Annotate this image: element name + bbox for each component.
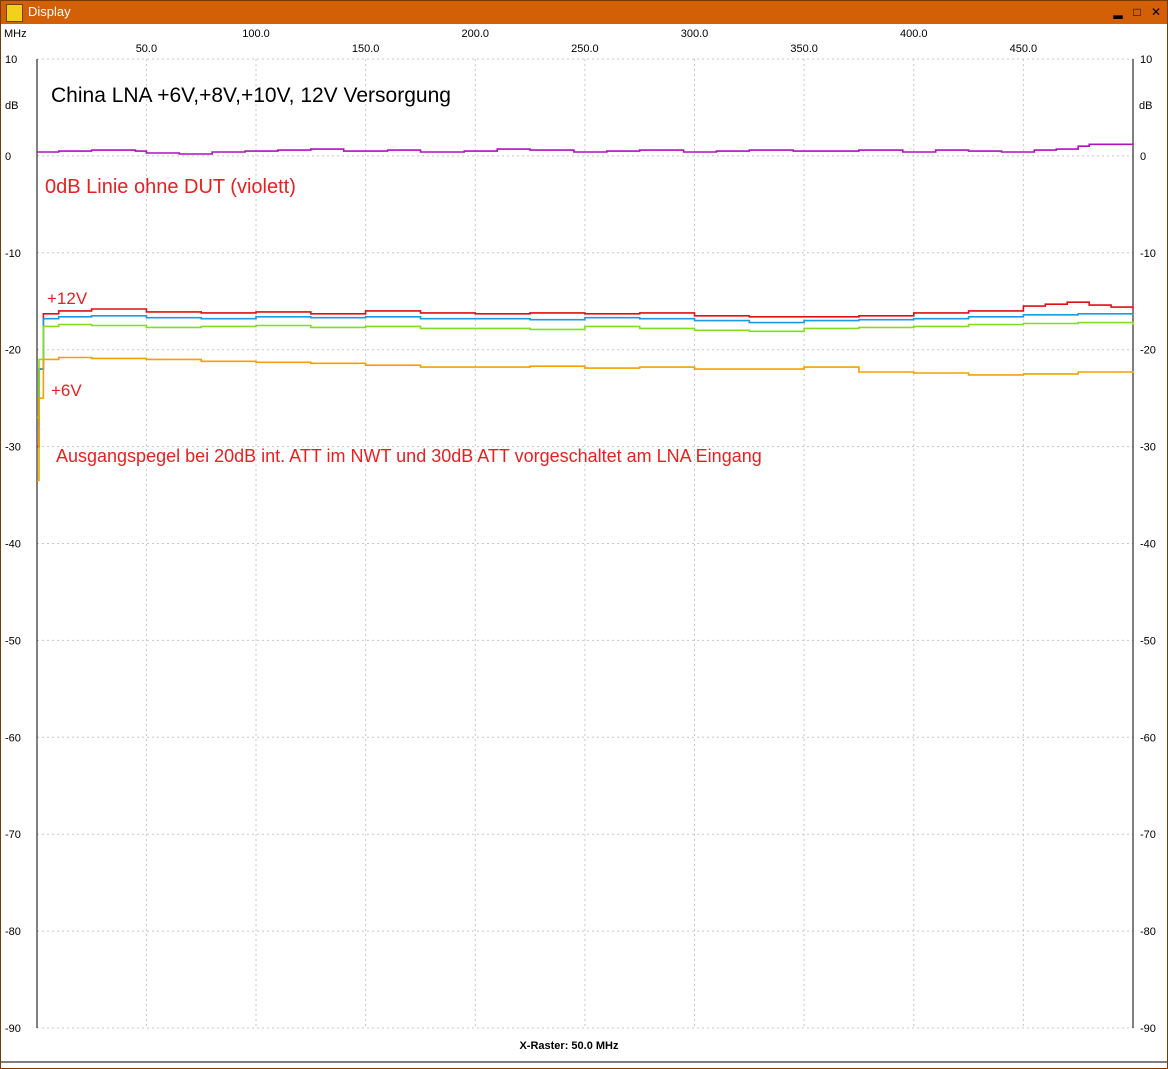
y-unit-label-right: dB bbox=[1139, 100, 1152, 112]
app-icon bbox=[6, 4, 23, 22]
chart-title: China LNA +6V,+8V,+10V, 12V Versorgung bbox=[51, 84, 451, 107]
close-button[interactable]: ✕ bbox=[1147, 3, 1165, 21]
y-tick-label-left: -10 bbox=[5, 248, 21, 260]
y-tick-label-right: -40 bbox=[1140, 539, 1156, 551]
y-tick-label-left: -20 bbox=[5, 345, 21, 357]
footer-label: X-Raster: 50.0 MHz bbox=[519, 1040, 619, 1052]
title-bar[interactable]: Display ▂ □ ✕ bbox=[1, 1, 1167, 24]
x-tick-label-upper: 400.0 bbox=[900, 28, 928, 40]
y-tick-label-right: -90 bbox=[1140, 1023, 1156, 1035]
y-tick-label-left: -30 bbox=[5, 442, 21, 454]
y-tick-label-right: -50 bbox=[1140, 635, 1156, 647]
maximize-button[interactable]: □ bbox=[1128, 3, 1146, 21]
y-tick-label-right: -30 bbox=[1140, 442, 1156, 454]
zero-line-note: 0dB Linie ohne DUT (violett) bbox=[45, 176, 296, 198]
minimize-button[interactable]: ▂ bbox=[1109, 3, 1127, 21]
x-tick-label-upper: 200.0 bbox=[462, 28, 490, 40]
y-tick-label-left: -40 bbox=[5, 539, 21, 551]
y-tick-label-left: -50 bbox=[5, 635, 21, 647]
y-tick-label-left: 10 bbox=[5, 54, 17, 66]
x-tick-label-lower: 350.0 bbox=[790, 43, 818, 55]
annotations: China LNA +6V,+8V,+10V, 12V Versorgung 0… bbox=[45, 84, 762, 466]
x-tick-label-upper: 100.0 bbox=[242, 28, 270, 40]
output-note: Ausgangspegel bei 20dB int. ATT im NWT u… bbox=[56, 446, 762, 466]
x-tick-label-lower: 150.0 bbox=[352, 43, 380, 55]
y-tick-label-right: -10 bbox=[1140, 248, 1156, 260]
y-tick-label-left: -90 bbox=[5, 1023, 21, 1035]
y-tick-label-right: 10 bbox=[1140, 54, 1152, 66]
x-tick-label-lower: 450.0 bbox=[1010, 43, 1038, 55]
y-tick-label-right: -20 bbox=[1140, 345, 1156, 357]
display-window: Display ▂ □ ✕ 10 10 0 0 -10 -10 -20 -20 -30 -30 -4… bbox=[0, 0, 1168, 1069]
y-tick-label-left: -70 bbox=[5, 829, 21, 841]
label-12v: +12V bbox=[47, 289, 88, 308]
x-unit-label: MHz bbox=[4, 28, 27, 40]
x-tick-label-upper: 300.0 bbox=[681, 28, 709, 40]
x-tick-label-lower: 250.0 bbox=[571, 43, 599, 55]
y-tick-label-right: -70 bbox=[1140, 829, 1156, 841]
x-tick-label-lower: 50.0 bbox=[136, 43, 157, 55]
window-title: Display bbox=[28, 4, 71, 19]
display-chart[interactable]: 10 10 0 0 -10 -10 -20 -20 -30 -30 -40 -40 -50 -50 -60 -… bbox=[1, 25, 1167, 1068]
grid bbox=[37, 58, 1133, 1029]
y-tick-label-left: -80 bbox=[5, 926, 21, 938]
y-tick-label-right: -80 bbox=[1140, 926, 1156, 938]
label-6v: +6V bbox=[51, 381, 82, 400]
y-tick-label-right: 0 bbox=[1140, 151, 1146, 163]
y-tick-label-right: -60 bbox=[1140, 732, 1156, 744]
y-tick-label-left: 0 bbox=[5, 151, 11, 163]
y-unit-label-left: dB bbox=[5, 100, 18, 112]
y-tick-label-left: -60 bbox=[5, 732, 21, 744]
